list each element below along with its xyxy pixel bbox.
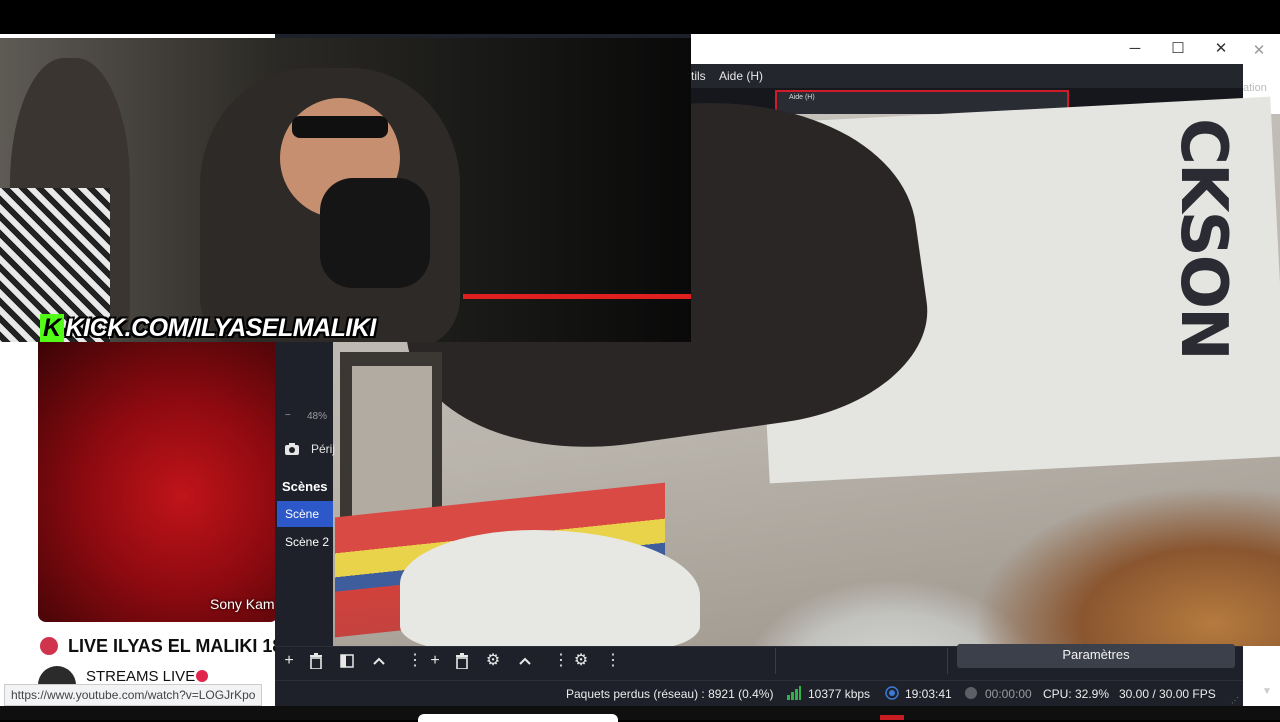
live-badge-icon [196, 670, 208, 682]
audio-advanced-gear-icon[interactable]: ⚙ [570, 650, 592, 672]
add-scene-icon[interactable]: + [278, 650, 300, 672]
obs-menu-bar: tils Aide (H) [691, 64, 1243, 88]
zoom-out-button[interactable]: − [285, 410, 291, 421]
live-duration-text: 19:03:41 [905, 687, 952, 701]
scenes-header-text: Scènes [282, 479, 328, 494]
browser-status-url: https://www.youtube.com/watch?v=LOGJrKpo [4, 684, 263, 706]
scene-more-icon[interactable]: ⋮ [404, 650, 426, 672]
recording-icon [965, 687, 977, 699]
source-item[interactable]: Périj [277, 436, 336, 464]
scene-filters-icon[interactable] [336, 650, 358, 672]
obs-title-bar [691, 34, 1243, 64]
channel-name[interactable]: STREAMS LIVE [86, 668, 195, 685]
taskbar-indicator [880, 715, 904, 720]
resize-grip-icon[interactable]: ⋰ [1231, 696, 1241, 706]
recording-duration-text: 00:00:00 [985, 687, 1032, 701]
add-source-icon[interactable]: + [424, 650, 446, 672]
move-scene-up-icon[interactable] [368, 650, 390, 672]
settings-button[interactable]: Paramètres [957, 644, 1235, 668]
taskbar-strip [0, 706, 1280, 720]
menu-help[interactable]: Aide (H) [719, 69, 763, 83]
screen-top-bar [0, 0, 1280, 34]
minimize-button[interactable]: ─ [1123, 38, 1147, 60]
dock-divider [947, 648, 948, 674]
scenes-panel-title: Scènes [277, 476, 333, 496]
remove-scene-icon[interactable] [305, 650, 327, 672]
taskbar-app[interactable] [418, 714, 618, 722]
kick-k-icon: K [40, 314, 64, 342]
dropped-frames-text: Paquets perdus (réseau) : 8921 (0.4%) [566, 687, 774, 701]
live-broadcast-icon [885, 686, 899, 700]
live-video-title[interactable]: LIVE ILYAS EL MALIKI 18 [68, 636, 282, 657]
close-button[interactable]: ✕ [1209, 38, 1233, 60]
video-thumbnail[interactable] [38, 342, 278, 622]
red-line [463, 294, 691, 299]
bitrate-text: 10377 kbps [808, 687, 871, 701]
zoom-value: 48% [307, 411, 328, 422]
dock-divider [775, 648, 776, 674]
source-more-icon[interactable]: ⋮ [550, 650, 572, 672]
sunglasses [292, 116, 388, 138]
outer-close-icon[interactable]: ✕ [1248, 40, 1270, 62]
cpu-usage-text: CPU: 32.9% [1043, 687, 1110, 701]
zoom-control: − 48% [277, 406, 333, 428]
video-caption: Sony Kam [210, 596, 275, 612]
nested-menu-label: Aide (H) [789, 94, 815, 101]
move-source-up-icon[interactable] [514, 650, 536, 672]
outer-window-label: ation [1243, 82, 1267, 94]
scene-item-scene[interactable]: Scène [277, 501, 333, 527]
live-dot-icon [40, 637, 58, 655]
remove-source-icon[interactable] [451, 650, 473, 672]
camera-icon [285, 443, 299, 455]
kick-logo: K KICK.COM/ILYASELMALIKI [40, 314, 376, 342]
network-bars-icon [787, 686, 801, 700]
audio-more-icon[interactable]: ⋮ [602, 650, 624, 672]
kick-url-text: KICK.COM/ILYASELMALIKI [65, 314, 377, 342]
source-properties-gear-icon[interactable]: ⚙ [482, 650, 504, 672]
kick-stream-overlay: K KICK.COM/ILYASELMALIKI [0, 38, 691, 342]
fps-text: 30.00 / 30.00 FPS [1119, 687, 1216, 701]
scene-item-scene-2[interactable]: Scène 2 [277, 529, 333, 555]
microphone [320, 178, 430, 288]
source-label: Périj [311, 442, 336, 456]
maximize-button[interactable]: ☐ [1166, 38, 1190, 60]
poster-text: CKSON [1166, 118, 1240, 359]
scroll-down-icon[interactable]: ▼ [1262, 686, 1272, 697]
picture-frame-inner [352, 366, 432, 530]
menu-tools[interactable]: tils [691, 69, 706, 83]
